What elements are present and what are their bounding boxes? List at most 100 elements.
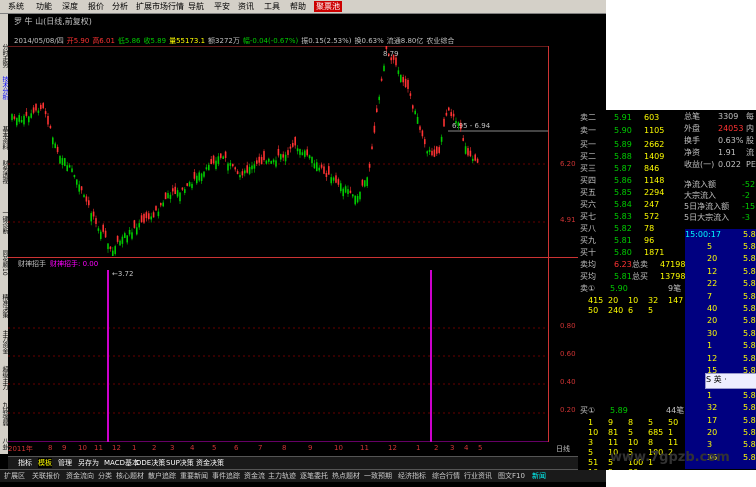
- tab-ext[interactable]: 扩展区: [4, 471, 25, 481]
- ime-popup[interactable]: S 英 ·: [705, 373, 756, 389]
- candle-body: [188, 182, 191, 187]
- indicator-chart[interactable]: [8, 258, 548, 442]
- candle-body: [385, 46, 388, 50]
- left-tab-ths10[interactable]: 同花顺10: [0, 250, 8, 286]
- tab-retail[interactable]: 散户追踪: [148, 471, 176, 481]
- left-tab-profile[interactable]: 基本资料: [0, 126, 8, 154]
- menu-function[interactable]: 功能: [36, 1, 52, 12]
- left-tab-diagnose[interactable]: 一键诊断: [0, 210, 8, 238]
- tab-dde[interactable]: DDE决策: [136, 458, 165, 468]
- candle-body: [328, 166, 330, 175]
- candle-body: [44, 111, 47, 115]
- tab-capital[interactable]: 资金流: [244, 471, 265, 481]
- tab-event[interactable]: 事件追踪: [212, 471, 240, 481]
- ohlc-turnover: 换0.63%: [354, 37, 384, 45]
- buy1-detail: 买① 5.89 44笔: [580, 406, 684, 416]
- tab-f10[interactable]: 图文F10: [498, 471, 525, 481]
- menu-depth[interactable]: 深度: [62, 1, 78, 12]
- bid-label: 买六: [580, 200, 596, 209]
- date-tick: 12: [112, 444, 121, 452]
- period-label[interactable]: 日线: [556, 444, 570, 454]
- candle-body: [148, 213, 150, 219]
- menu-ext-market[interactable]: 扩展市场行情: [136, 1, 184, 12]
- tab-indicator[interactable]: 指标: [18, 458, 32, 468]
- menu-nav[interactable]: 导航: [188, 1, 204, 12]
- ohlc-swing: 振0.15(2.53%): [301, 37, 352, 45]
- queue-cell: 240: [608, 306, 624, 315]
- tab-hot-theme[interactable]: 热点题材: [332, 471, 360, 481]
- tab-overview[interactable]: 综合行情: [432, 471, 460, 481]
- date-tick: 12: [388, 444, 397, 452]
- tab-fund-decision[interactable]: 资金决策: [196, 458, 224, 468]
- left-tab-main-fund[interactable]: 主力资金: [0, 330, 8, 358]
- bid-vol: 572: [644, 212, 660, 221]
- candle-body: [380, 78, 383, 81]
- candle-body: [306, 149, 308, 156]
- left-tab-technical[interactable]: 技术分析: [0, 76, 8, 104]
- menu-news[interactable]: 资讯: [238, 1, 254, 12]
- tab-core-theme[interactable]: 核心题材: [116, 471, 144, 481]
- candle-body: [421, 130, 424, 137]
- candle-body: [409, 93, 412, 96]
- tick-vol: 1: [707, 390, 713, 400]
- date-tick: 2: [434, 444, 439, 452]
- candle-body: [318, 167, 320, 171]
- left-tab-intraday[interactable]: 分时走势: [0, 44, 8, 72]
- tab-macd[interactable]: MACD基本: [104, 458, 139, 468]
- menu-quote[interactable]: 报价: [88, 1, 104, 12]
- chart-title: 罗 牛 山(日线,前复权): [14, 17, 92, 26]
- stat-key: 换手: [684, 136, 700, 145]
- date-tick: 10: [78, 444, 87, 452]
- tab-news-important[interactable]: 重要新闻: [180, 471, 208, 481]
- candle-body: [227, 163, 229, 171]
- candle-body: [128, 229, 131, 235]
- bid-row: 买四 5.86 1148: [580, 176, 684, 186]
- candle-body: [138, 223, 140, 228]
- candle-body: [371, 146, 373, 150]
- tab-category[interactable]: 分类: [98, 471, 112, 481]
- left-tab-super-main[interactable]: 超级主力: [0, 366, 8, 394]
- tab-news[interactable]: 新闻: [532, 471, 546, 481]
- tab-economic[interactable]: 经济指标: [398, 471, 426, 481]
- menu-system[interactable]: 系统: [8, 1, 24, 12]
- left-tab-finance[interactable]: 财务透视: [0, 160, 8, 188]
- tick-price: 5.8: [743, 291, 756, 301]
- date-tick: 3: [450, 444, 455, 452]
- tab-consensus[interactable]: 一致预期: [364, 471, 392, 481]
- left-tab-nine-turn[interactable]: 九转强弱: [0, 402, 8, 430]
- tab-sup[interactable]: SUP决策: [166, 458, 194, 468]
- avg-sell-label: 卖均: [580, 260, 596, 269]
- tab-template[interactable]: 模板: [38, 458, 52, 468]
- tab-industry[interactable]: 行业资讯: [464, 471, 492, 481]
- menu-analysis[interactable]: 分析: [112, 1, 128, 12]
- tick-list[interactable]: 15:00:17 5.8 5 5.8 20 5.8 12 5.8 22 5.8 7 5.8 40 5.8…: [685, 229, 756, 469]
- candle-body: [313, 163, 316, 169]
- tick-price: 5.8: [743, 328, 756, 338]
- tab-manage[interactable]: 管理: [58, 458, 72, 468]
- menu-help[interactable]: 帮助: [290, 1, 306, 12]
- candlestick-chart[interactable]: 8.79 6.95 - 6.94: [8, 46, 548, 256]
- left-tab-decision[interactable]: 精准决策: [0, 294, 8, 322]
- flow-value: -15: [742, 202, 756, 211]
- left-tab-bagua[interactable]: 八卦: [0, 438, 8, 452]
- tab-save-as[interactable]: 另存为: [78, 458, 99, 468]
- bid-row: 买八 5.82 78: [580, 224, 684, 234]
- tab-related[interactable]: 关联报价: [32, 471, 60, 481]
- bid-label: 买三: [580, 164, 596, 173]
- ask-price: 5.91: [614, 113, 632, 122]
- menu-pingan[interactable]: 平安: [214, 1, 230, 12]
- bid-label: 买二: [580, 152, 596, 161]
- queue-cell: 50: [668, 418, 679, 427]
- tab-tick-order[interactable]: 逐笔委托: [300, 471, 328, 481]
- date-tick: 5: [212, 444, 217, 452]
- date-tick: 10: [334, 444, 343, 452]
- menu-stock-pool[interactable]: 聚票池: [314, 1, 342, 12]
- menu-tools[interactable]: 工具: [264, 1, 280, 12]
- candle-body: [90, 213, 92, 222]
- candle-body: [191, 183, 193, 189]
- tab-fund-flow[interactable]: 资金流向: [66, 471, 94, 481]
- tab-main-track[interactable]: 主力轨迹: [268, 471, 296, 481]
- ohlc-readout: 2014/05/08/四 开5.90 高6.01 低5.86 收5.89 量55173.1…: [14, 36, 457, 46]
- candle-body: [265, 160, 268, 164]
- candle-body: [292, 142, 294, 147]
